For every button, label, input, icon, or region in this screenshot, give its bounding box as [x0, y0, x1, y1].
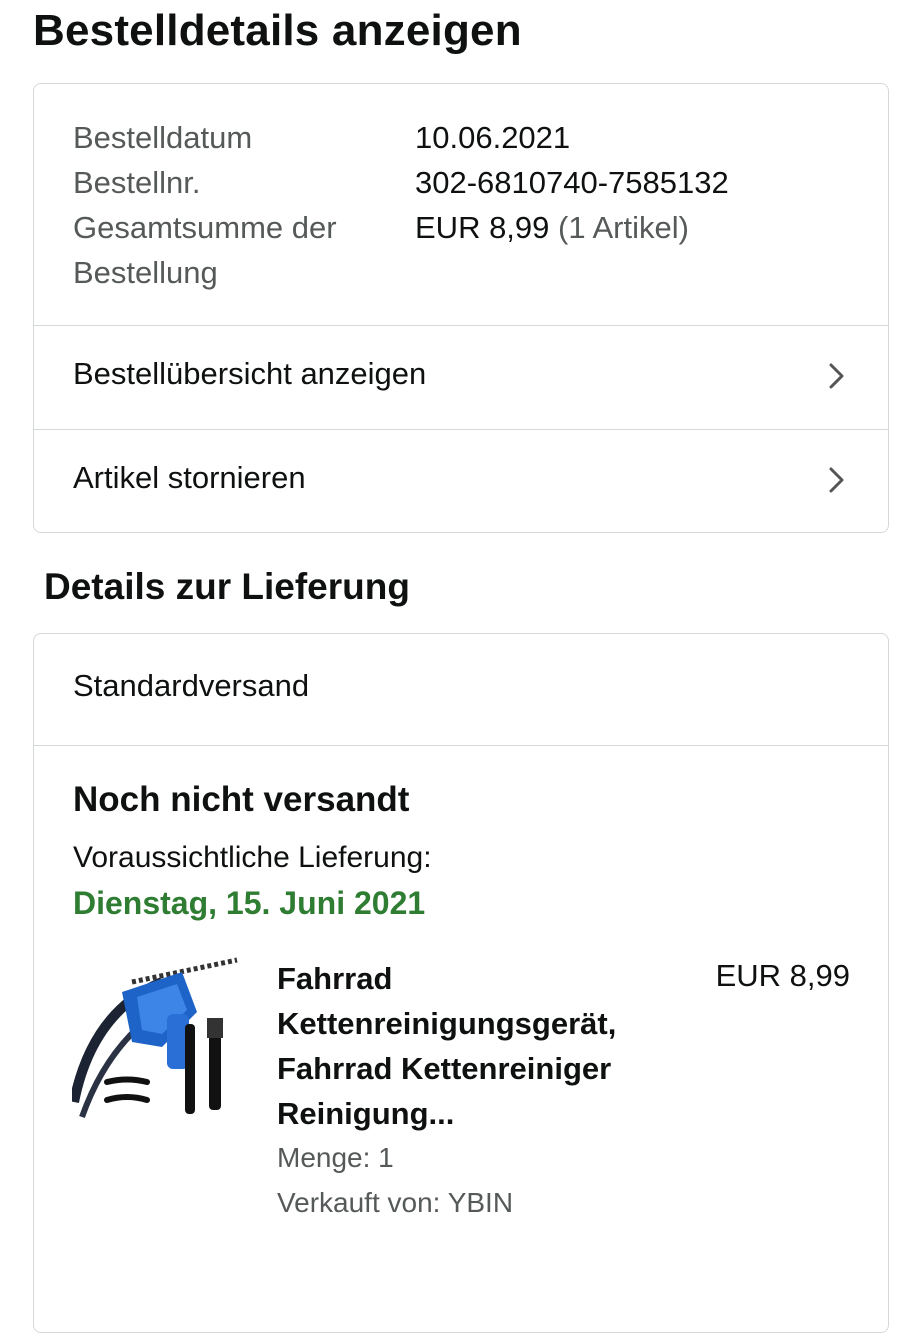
view-order-summary-label: Bestellübersicht anzeigen [73, 356, 427, 391]
shipment-status: Noch nicht versandt [73, 780, 410, 819]
product-price: EUR 8,99 [715, 958, 850, 993]
order-date-row: Bestelldatum [73, 115, 252, 160]
product-seller: Verkauft von: YBIN [277, 1187, 514, 1218]
order-total-items: (1 Artikel) [558, 210, 689, 245]
order-total-label: Gesamtsumme der Bestellung [73, 210, 337, 290]
order-number-value: 302-6810740-7585132 [415, 165, 729, 200]
shipping-method-label: Standardversand [73, 668, 310, 703]
order-total-row: Gesamtsumme der Bestellung [73, 205, 373, 295]
order-summary-card: Bestelldatum 10.06.2021 Bestellnr. 302-6… [33, 83, 889, 533]
order-total-amount: EUR 8,99 [415, 210, 550, 245]
order-number-row: Bestellnr. [73, 160, 201, 205]
order-date-label: Bestelldatum [73, 120, 253, 155]
cancel-items-button[interactable]: Artikel stornieren [34, 430, 888, 533]
shipping-method: Standardversand [34, 634, 888, 746]
product-title-link[interactable]: Fahrrad Kettenreinigungsgerät, Fahrrad K… [277, 956, 687, 1136]
product-image[interactable] [72, 952, 242, 1122]
chevron-right-icon [829, 467, 844, 493]
product-quantity: Menge: 1 [277, 1142, 394, 1173]
estimated-delivery-date: Dienstag, 15. Juni 2021 [73, 885, 426, 921]
estimated-delivery-label: Voraussichtliche Lieferung: [73, 841, 432, 874]
order-summary-info: Bestelldatum 10.06.2021 Bestellnr. 302-6… [34, 84, 888, 326]
delivery-card: Standardversand Noch nicht versandt Vora… [33, 633, 889, 1333]
order-number-label: Bestellnr. [73, 165, 201, 200]
page-title: Bestelldetails anzeigen [33, 6, 522, 55]
order-date-value: 10.06.2021 [415, 120, 571, 155]
view-order-summary-button[interactable]: Bestellübersicht anzeigen [34, 326, 888, 430]
cancel-items-label: Artikel stornieren [73, 460, 306, 495]
delivery-section-title: Details zur Lieferung [44, 566, 410, 607]
chevron-right-icon [829, 363, 844, 389]
order-total-value: EUR 8,99 (1 Artikel) [415, 205, 689, 250]
